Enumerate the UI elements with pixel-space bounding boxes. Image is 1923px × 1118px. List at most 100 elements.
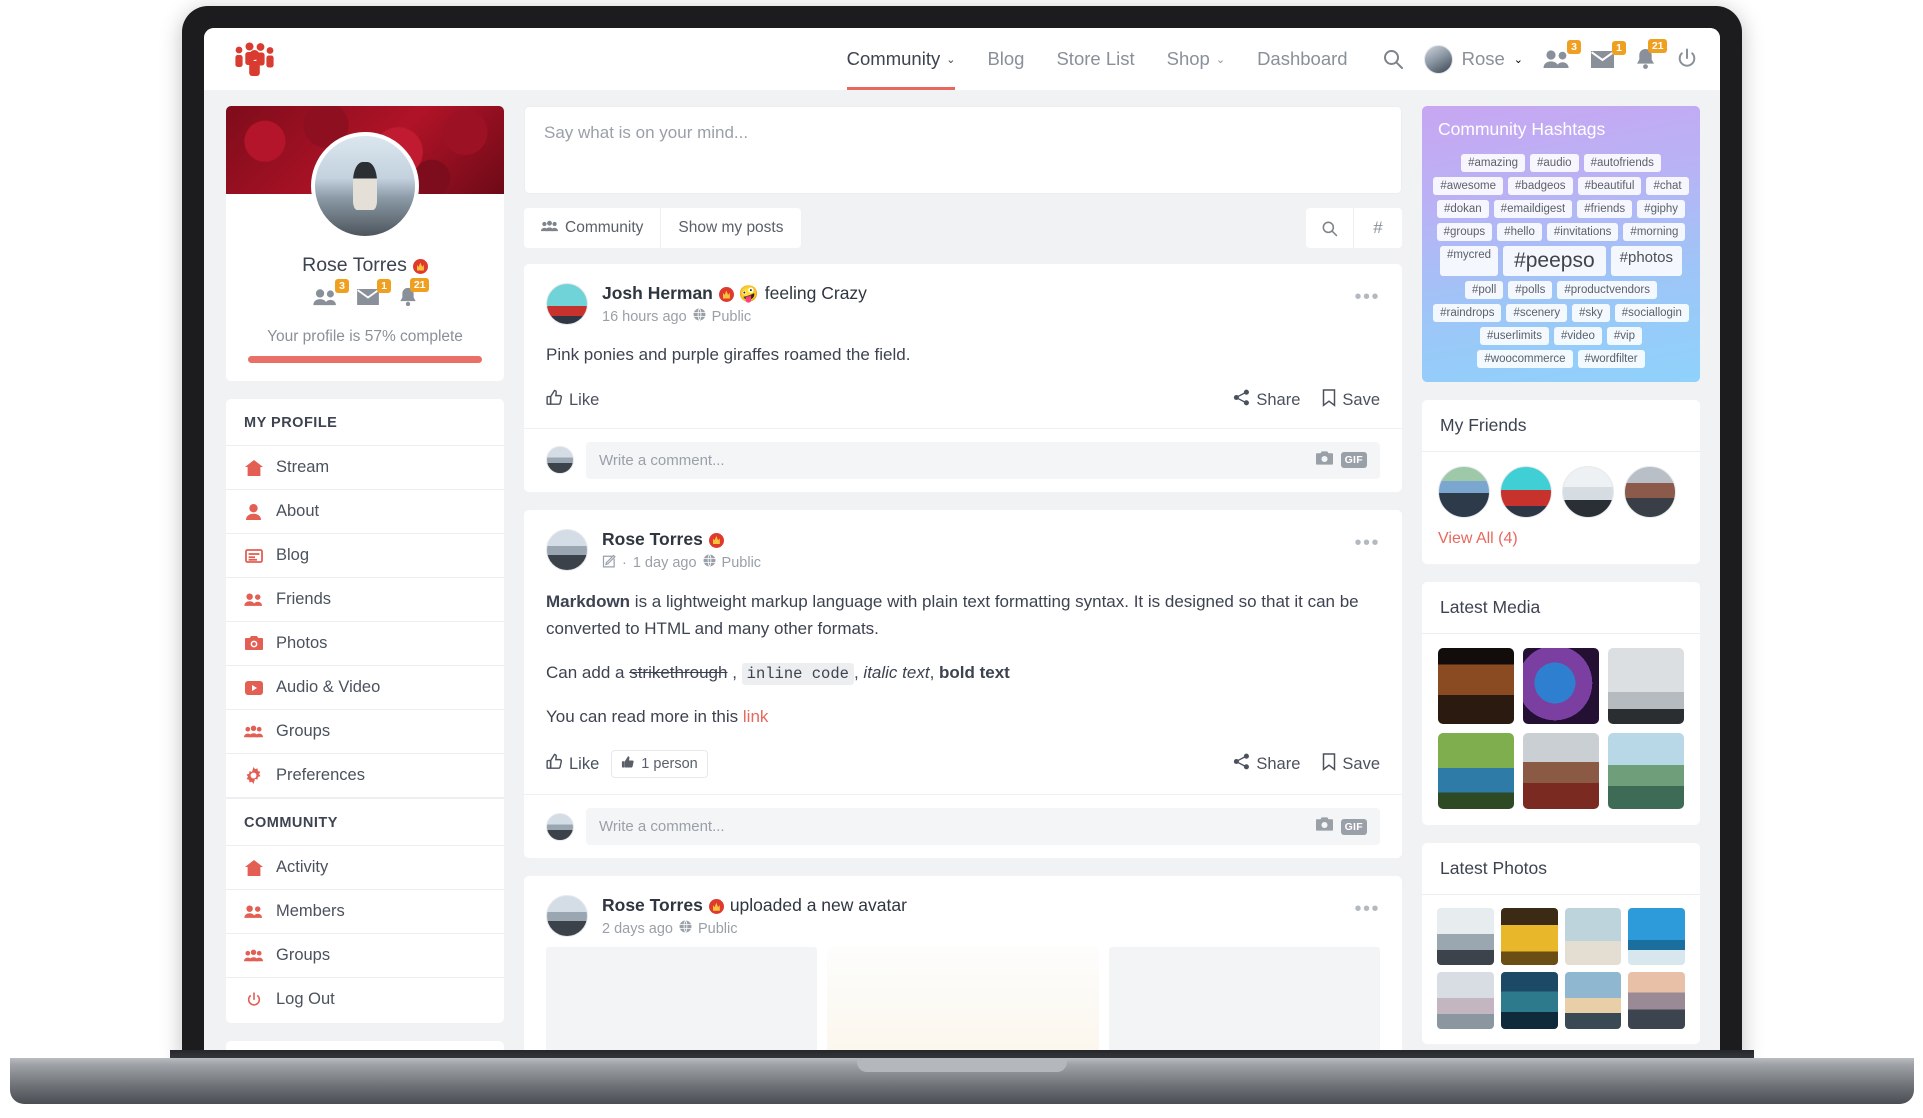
hashtag-chip[interactable]: #morning — [1623, 223, 1686, 241]
camera-icon[interactable] — [1315, 817, 1333, 836]
hashtag-chip[interactable]: #amazing — [1461, 154, 1526, 172]
sidebar-item-groups-profile[interactable]: Groups — [226, 710, 504, 754]
gif-icon[interactable]: GIF — [1340, 818, 1367, 835]
hashtag-chip[interactable]: #poll — [1464, 281, 1504, 299]
post-attachment-image[interactable] — [827, 947, 1099, 1064]
hashtag-chip[interactable]: #invitations — [1546, 223, 1619, 241]
hashtag-chip[interactable]: #peepso — [1503, 246, 1606, 276]
messages-icon[interactable]: 1 — [1590, 40, 1626, 69]
hashtag-icon[interactable]: # — [1354, 208, 1402, 248]
brand-logo-icon[interactable] — [228, 41, 280, 77]
nav-item-store-list[interactable]: Store List — [1056, 28, 1134, 90]
nav-item-blog[interactable]: Blog — [987, 28, 1024, 90]
latest-media-thumb[interactable] — [1438, 648, 1514, 724]
sidebar-item-log-out[interactable]: Log Out — [226, 978, 504, 1021]
hashtag-chip[interactable]: #userlimits — [1480, 327, 1549, 345]
hashtag-chip[interactable]: #giphy — [1637, 200, 1686, 218]
hashtag-chip[interactable]: #video — [1553, 327, 1602, 345]
profile-avatar[interactable] — [311, 132, 419, 240]
post-author-name[interactable]: Josh Herman — [602, 283, 713, 304]
sidebar-item-stream[interactable]: Stream — [226, 446, 504, 490]
sidebar-item-activity[interactable]: Activity — [226, 846, 504, 890]
user-menu-chip[interactable]: Rose ⌄ — [1423, 44, 1523, 74]
hashtag-chip[interactable]: #friends — [1577, 200, 1633, 218]
friend-avatar[interactable] — [1438, 466, 1490, 518]
latest-photo-thumb[interactable] — [1437, 971, 1494, 1029]
gif-icon[interactable]: GIF — [1340, 452, 1367, 469]
post-author-name[interactable]: Rose Torres — [602, 895, 703, 916]
hashtag-chip[interactable]: #sky — [1572, 304, 1610, 322]
hashtag-chip[interactable]: #productvendors — [1557, 281, 1658, 299]
like-button[interactable]: Like — [546, 389, 599, 411]
ellipsis-icon[interactable]: ••• — [1354, 532, 1380, 555]
latest-media-thumb[interactable] — [1523, 733, 1599, 809]
latest-media-thumb[interactable] — [1523, 648, 1599, 724]
post-attachment-image[interactable] — [1108, 947, 1380, 1064]
hashtag-chip[interactable]: #sociallogin — [1614, 304, 1689, 322]
post-attachment-image[interactable] — [546, 947, 818, 1064]
hashtag-chip[interactable]: #polls — [1508, 281, 1553, 299]
hashtag-chip[interactable]: #audio — [1530, 154, 1579, 172]
sidebar-item-blog[interactable]: Blog — [226, 534, 504, 578]
hashtag-chip[interactable]: #scenery — [1506, 304, 1568, 322]
hashtag-chip[interactable]: #groups — [1436, 223, 1493, 241]
sidebar-item-members[interactable]: Members — [226, 890, 504, 934]
hashtag-chip[interactable]: #photos — [1610, 246, 1683, 276]
hashtag-chip[interactable]: #vip — [1606, 327, 1642, 345]
nav-item-dashboard[interactable]: Dashboard — [1257, 28, 1348, 90]
hashtag-chip[interactable]: #beautiful — [1577, 177, 1642, 195]
sidebar-item-friends[interactable]: Friends — [226, 578, 504, 622]
post-composer[interactable]: Say what is on your mind... — [524, 106, 1402, 194]
like-count-chip[interactable]: 1 person — [611, 750, 708, 779]
friend-avatar[interactable] — [1562, 466, 1614, 518]
save-button[interactable]: Save — [1322, 752, 1380, 776]
latest-photo-thumb[interactable] — [1500, 971, 1558, 1029]
view-all-friends-link[interactable]: View All (4) — [1422, 524, 1700, 564]
avatar[interactable] — [546, 283, 588, 325]
hashtag-chip[interactable]: #raindrops — [1433, 304, 1502, 322]
sidebar-item-preferences[interactable]: Preferences — [226, 754, 504, 798]
post-link[interactable]: link — [743, 707, 769, 726]
hashtag-chip[interactable]: #mycred — [1439, 246, 1499, 276]
avatar[interactable] — [546, 895, 588, 938]
latest-photo-thumb[interactable] — [1437, 908, 1494, 965]
hashtag-chip[interactable]: #wordfilter — [1577, 350, 1645, 368]
search-icon[interactable] — [1306, 208, 1354, 248]
latest-photo-thumb[interactable] — [1500, 908, 1558, 965]
share-button[interactable]: Share — [1233, 753, 1300, 776]
profile-messages-stat[interactable]: 1 — [356, 279, 391, 311]
ellipsis-icon[interactable]: ••• — [1354, 898, 1380, 921]
hashtag-chip[interactable]: #chat — [1646, 177, 1689, 195]
latest-media-thumb[interactable] — [1438, 733, 1514, 809]
avatar[interactable] — [546, 528, 588, 571]
sidebar-item-audio-video[interactable]: Audio & Video — [226, 666, 504, 710]
sidebar-item-about[interactable]: About — [226, 490, 504, 534]
hashtag-chip[interactable]: #awesome — [1433, 177, 1504, 195]
hashtag-chip[interactable]: #badgeos — [1508, 177, 1573, 195]
notifications-bell-icon[interactable]: 21 — [1635, 39, 1667, 70]
latest-media-thumb[interactable] — [1608, 648, 1684, 724]
tab-show-my-posts[interactable]: Show my posts — [661, 208, 800, 248]
latest-photo-thumb[interactable] — [1564, 908, 1622, 965]
hashtag-chip[interactable]: #hello — [1497, 223, 1542, 241]
ellipsis-icon[interactable]: ••• — [1354, 286, 1380, 309]
save-button[interactable]: Save — [1322, 388, 1380, 412]
friend-requests-icon[interactable]: 3 — [1543, 40, 1581, 69]
latest-photo-thumb[interactable] — [1628, 908, 1685, 965]
hashtag-chip[interactable]: #dokan — [1436, 200, 1489, 218]
latest-media-thumb[interactable] — [1608, 733, 1684, 809]
share-button[interactable]: Share — [1233, 389, 1300, 412]
hashtag-chip[interactable]: #emaildigest — [1493, 200, 1573, 218]
hashtag-chip[interactable]: #woocommerce — [1477, 350, 1573, 368]
like-button[interactable]: Like — [546, 753, 599, 775]
nav-item-community[interactable]: Community ⌄ — [846, 28, 955, 90]
comment-input[interactable]: Write a comment... GIF — [586, 808, 1380, 846]
hashtag-chip[interactable]: #autofriends — [1583, 154, 1661, 172]
search-icon[interactable] — [1382, 48, 1404, 70]
power-icon[interactable] — [1676, 48, 1698, 70]
friend-avatar[interactable] — [1500, 466, 1552, 518]
profile-notifications-stat[interactable]: 21 — [398, 278, 429, 312]
comment-input[interactable]: Write a comment... GIF — [586, 441, 1380, 479]
sidebar-item-photos[interactable]: Photos — [226, 622, 504, 666]
nav-item-shop[interactable]: Shop ⌄ — [1167, 28, 1225, 90]
